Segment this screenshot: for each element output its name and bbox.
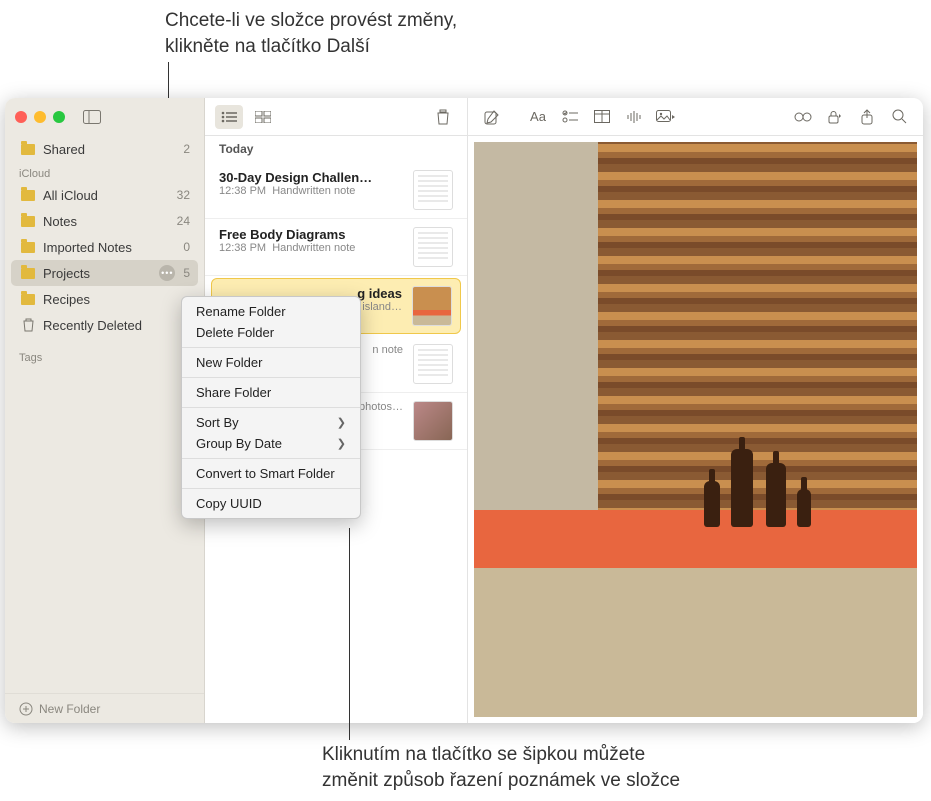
new-folder-label: New Folder <box>39 702 100 716</box>
note-image <box>474 142 917 717</box>
menu-share-folder[interactable]: Share Folder <box>182 382 360 403</box>
note-thumbnail <box>412 286 452 326</box>
sidebar-item-count: 0 <box>183 240 190 254</box>
menu-separator <box>182 407 360 408</box>
menu-copy-uuid[interactable]: Copy UUID <box>182 493 360 514</box>
format-icon[interactable]: Aa <box>524 105 552 129</box>
chevron-right-icon: ❯ <box>337 416 346 429</box>
checklist-icon[interactable] <box>556 105 584 129</box>
gallery-view-icon[interactable] <box>249 105 277 129</box>
sidebar-item-label: Shared <box>43 142 85 157</box>
editor-content[interactable] <box>468 136 923 723</box>
search-icon[interactable] <box>885 105 913 129</box>
list-toolbar <box>205 98 467 136</box>
sidebar-item-label: Recently Deleted <box>43 318 142 333</box>
callout-line-bottom <box>349 528 350 740</box>
sidebar-item-label: Recipes <box>43 292 90 307</box>
menu-delete-folder[interactable]: Delete Folder <box>182 322 360 343</box>
note-title: 30-Day Design Challen… <box>219 170 403 185</box>
lock-icon[interactable] <box>821 105 849 129</box>
close-icon[interactable] <box>15 111 27 123</box>
editor-column: Aa <box>468 98 923 723</box>
note-thumbnail <box>413 227 453 267</box>
note-item[interactable]: Free Body Diagrams 12:38 PM Handwritten … <box>205 219 467 276</box>
folder-icon <box>19 190 37 201</box>
table-icon[interactable] <box>588 105 616 129</box>
folder-icon <box>19 242 37 253</box>
folder-icon <box>19 216 37 227</box>
sidebar-item-projects[interactable]: Projects ••• 5 <box>11 260 198 286</box>
menu-item-label: Group By Date <box>196 436 282 451</box>
new-folder-button[interactable]: New Folder <box>5 693 204 723</box>
minimize-icon[interactable] <box>34 111 46 123</box>
sidebar-item-recently-deleted[interactable]: Recently Deleted <box>5 312 204 338</box>
note-subtitle: 12:38 PM Handwritten note <box>219 242 403 254</box>
notes-app-window: Shared 2 iCloud All iCloud 32 Notes 24 I… <box>5 98 923 723</box>
note-thumbnail <box>413 170 453 210</box>
compose-icon[interactable] <box>478 105 506 129</box>
maximize-icon[interactable] <box>53 111 65 123</box>
sidebar-item-count: 32 <box>177 188 190 202</box>
audio-icon[interactable] <box>620 105 648 129</box>
sidebar-item-count: 5 <box>183 266 190 280</box>
sidebar-item-recipes[interactable]: Recipes <box>5 286 204 312</box>
trash-icon <box>19 318 37 332</box>
delete-note-icon[interactable] <box>429 105 457 129</box>
share-icon[interactable] <box>853 105 881 129</box>
sidebar-item-shared[interactable]: Shared 2 <box>5 136 204 162</box>
sidebar-item-imported[interactable]: Imported Notes 0 <box>5 234 204 260</box>
menu-separator <box>182 377 360 378</box>
sidebar-item-all-icloud[interactable]: All iCloud 32 <box>5 182 204 208</box>
list-view-icon[interactable] <box>215 105 243 129</box>
editor-toolbar: Aa <box>468 98 923 136</box>
sidebar-item-label: Imported Notes <box>43 240 132 255</box>
sidebar-content: Shared 2 iCloud All iCloud 32 Notes 24 I… <box>5 136 204 693</box>
folder-icon <box>19 294 37 305</box>
sidebar: Shared 2 iCloud All iCloud 32 Notes 24 I… <box>5 98 205 723</box>
callout-top: Chcete-li ve složce provést změny, klikn… <box>165 8 457 59</box>
sidebar-item-count: 24 <box>177 214 190 228</box>
menu-separator <box>182 458 360 459</box>
menu-group-by-date[interactable]: Group By Date ❯ <box>182 433 360 454</box>
titlebar <box>5 98 204 136</box>
note-title: Free Body Diagrams <box>219 227 403 242</box>
menu-separator <box>182 347 360 348</box>
menu-convert-smart-folder[interactable]: Convert to Smart Folder <box>182 463 360 484</box>
sidebar-item-label: Projects <box>43 266 90 281</box>
sidebar-item-notes[interactable]: Notes 24 <box>5 208 204 234</box>
callout-bottom: Kliknutím na tlačítko se šipkou můžete z… <box>322 742 680 793</box>
media-icon[interactable] <box>652 105 680 129</box>
menu-rename-folder[interactable]: Rename Folder <box>182 301 360 322</box>
menu-new-folder[interactable]: New Folder <box>182 352 360 373</box>
menu-item-label: Sort By <box>196 415 239 430</box>
sidebar-section-icloud: iCloud <box>5 162 204 182</box>
sidebar-item-label: All iCloud <box>43 188 98 203</box>
sidebar-section-tags: Tags <box>5 346 204 366</box>
link-icon[interactable] <box>789 105 817 129</box>
chevron-right-icon: ❯ <box>337 437 346 450</box>
sidebar-item-count: 2 <box>183 142 190 156</box>
sidebar-item-label: Notes <box>43 214 77 229</box>
note-thumbnail <box>413 401 453 441</box>
shared-folder-icon <box>19 144 37 155</box>
folder-context-menu: Rename Folder Delete Folder New Folder S… <box>181 296 361 519</box>
more-icon[interactable]: ••• <box>159 265 175 281</box>
folder-icon <box>19 268 37 279</box>
menu-separator <box>182 488 360 489</box>
menu-sort-by[interactable]: Sort By ❯ <box>182 412 360 433</box>
list-header-today: Today <box>205 136 467 162</box>
note-item[interactable]: 30-Day Design Challen… 12:38 PM Handwrit… <box>205 162 467 219</box>
note-subtitle: 12:38 PM Handwritten note <box>219 185 403 197</box>
note-thumbnail <box>413 344 453 384</box>
plus-circle-icon <box>19 702 33 716</box>
sidebar-toggle-icon[interactable] <box>82 107 102 127</box>
